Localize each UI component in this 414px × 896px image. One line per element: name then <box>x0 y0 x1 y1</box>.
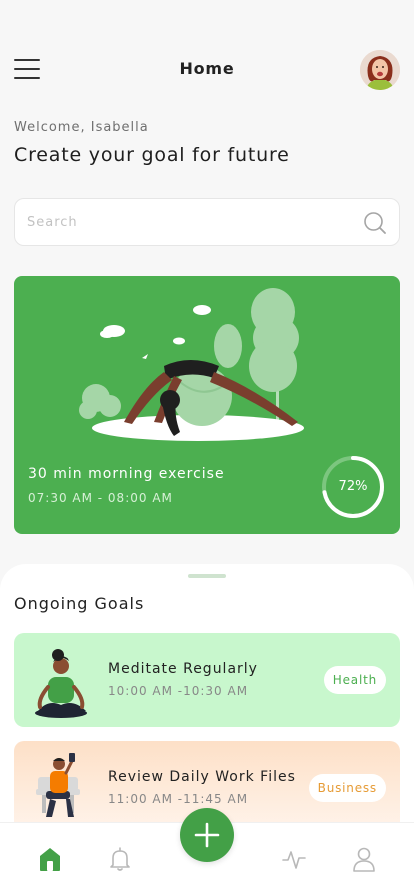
featured-goal-time: 07:30 AM - 08:00 AM <box>28 491 173 505</box>
yoga-illustration <box>79 288 304 441</box>
goal-tag-business[interactable]: Business <box>308 774 386 802</box>
sheet-handle[interactable] <box>188 574 226 578</box>
featured-goal-title: 30 min morning exercise <box>28 466 225 482</box>
page-title: Home <box>179 59 235 78</box>
home-icon[interactable] <box>38 846 62 872</box>
goal-tag-health[interactable]: Health <box>323 666 386 694</box>
search-icon[interactable] <box>363 211 387 235</box>
progress-label: 72% <box>338 479 368 494</box>
add-goal-button[interactable] <box>180 808 234 862</box>
bell-icon[interactable] <box>108 846 132 872</box>
goal-name: Review Daily Work Files <box>108 769 296 785</box>
ongoing-goals-title: Ongoing Goals <box>14 594 145 613</box>
avatar-image <box>360 50 400 90</box>
activity-icon[interactable] <box>282 846 306 872</box>
headline: Create your goal for future <box>14 144 290 166</box>
profile-icon[interactable] <box>352 846 376 872</box>
work-illustration <box>36 753 80 817</box>
goal-name: Meditate Regularly <box>108 661 258 677</box>
progress-ring: 72% <box>320 454 386 520</box>
plus-icon <box>194 822 220 848</box>
avatar[interactable] <box>360 50 400 90</box>
meditation-illustration <box>35 649 87 718</box>
search-bar <box>14 198 400 246</box>
goal-card-meditate[interactable]: Meditate Regularly 10:00 AM -10:30 AM He… <box>14 633 400 727</box>
welcome-text: Welcome, Isabella <box>14 120 149 135</box>
search-input[interactable] <box>27 199 347 245</box>
goal-time: 11:00 AM -11:45 AM <box>108 792 249 806</box>
goal-time: 10:00 AM -10:30 AM <box>108 684 249 698</box>
featured-goal-card[interactable]: 30 min morning exercise 07:30 AM - 08:00… <box>14 276 400 534</box>
